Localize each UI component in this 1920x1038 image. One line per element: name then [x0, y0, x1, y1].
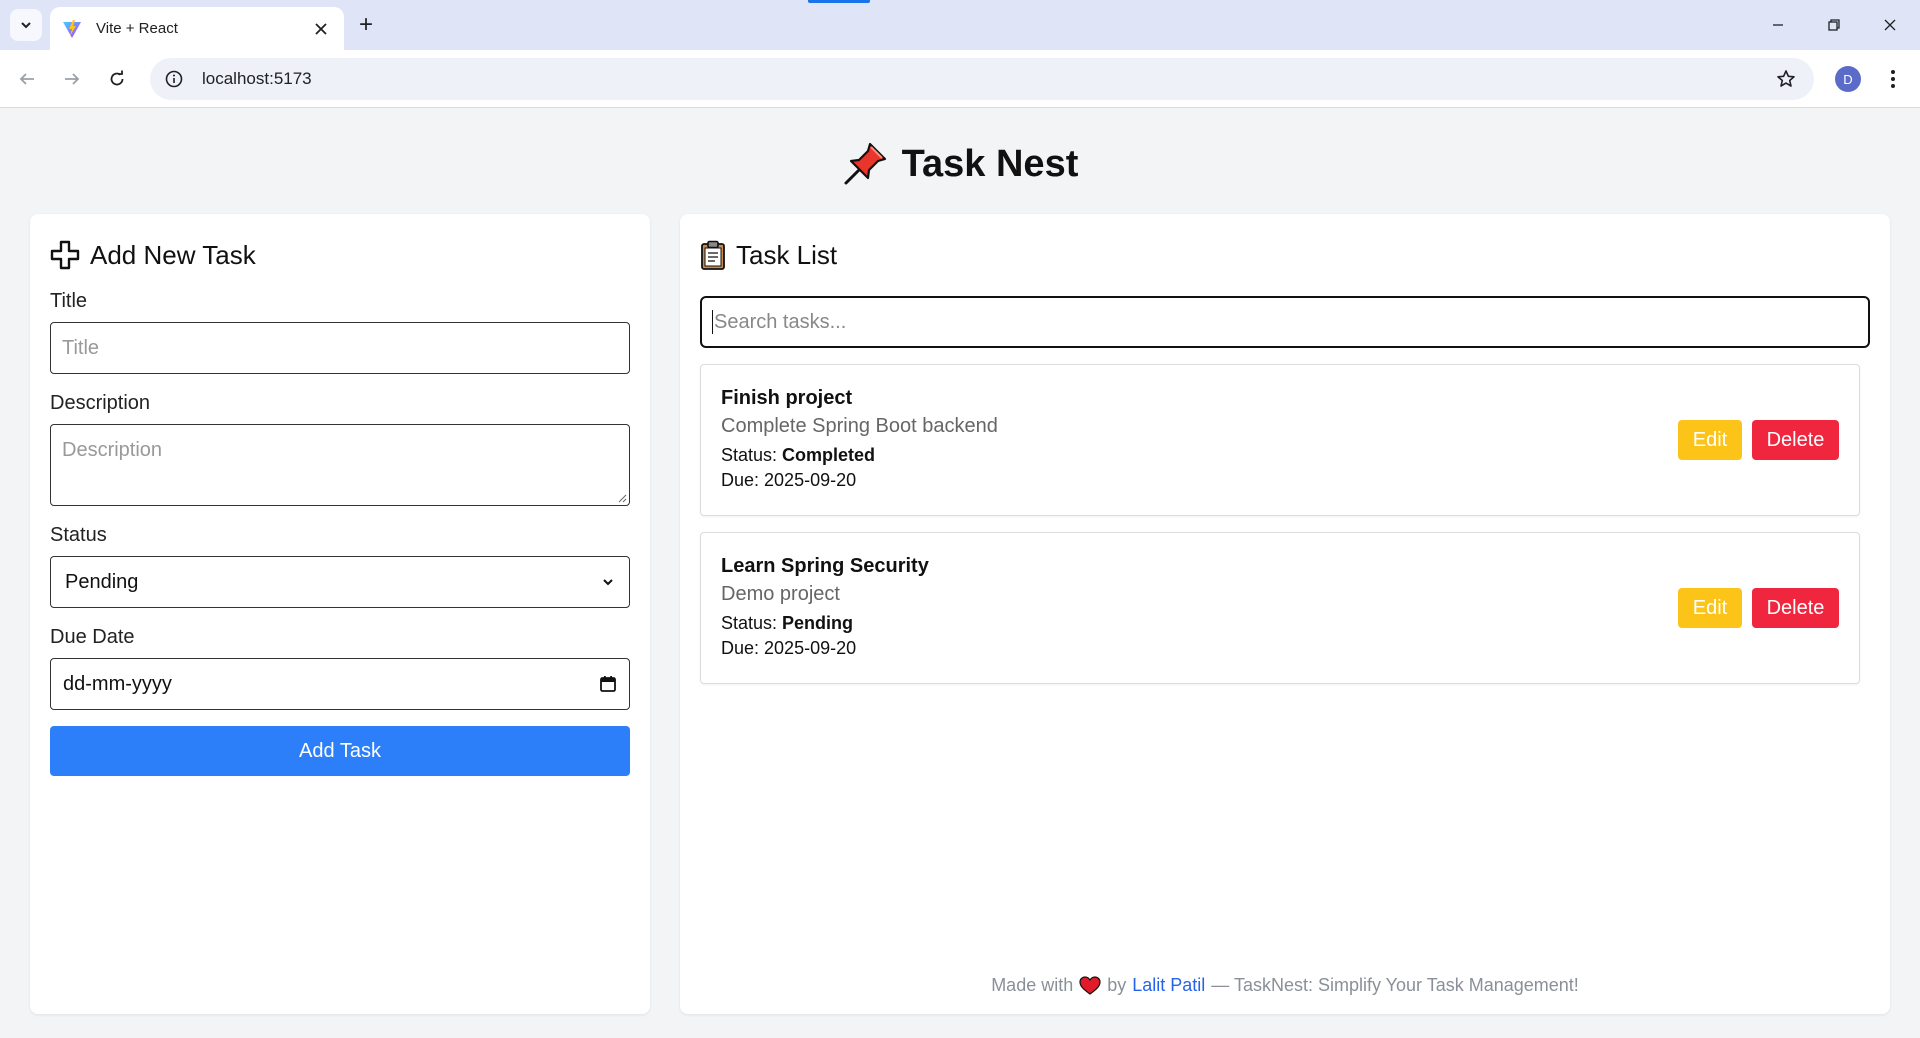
restore-icon[interactable] — [1816, 10, 1852, 40]
task-title: Learn Spring Security — [721, 555, 929, 577]
browser-menu-icon[interactable] — [1878, 62, 1908, 96]
footer-by: by — [1107, 975, 1127, 995]
task-due-prefix: Due: — [721, 638, 765, 658]
description-textarea[interactable]: Description — [50, 424, 630, 506]
task-actions: Edit Delete — [1678, 588, 1839, 628]
task-list-header: Task List — [700, 238, 1870, 272]
task-item: Finish project Complete Spring Boot back… — [700, 364, 1860, 516]
footer: Made with by Lalit Patil — TaskNest: Sim… — [680, 975, 1890, 996]
edit-button[interactable]: Edit — [1678, 588, 1742, 628]
task-due-value: 2025-09-20 — [764, 638, 857, 658]
delete-button[interactable]: Delete — [1752, 588, 1839, 628]
description-label: Description — [50, 392, 151, 414]
add-task-card: Add New Task Title Title Description Des… — [30, 214, 650, 1014]
task-status-prefix: Status: — [721, 613, 783, 633]
task-status: Status: Pending — [721, 613, 1839, 638]
tab-strip: Vite + React + — [0, 0, 1920, 50]
add-task-button[interactable]: Add Task — [50, 726, 630, 776]
footer-tagline: — TaskNest: Simplify Your Task Managemen… — [1211, 975, 1579, 995]
plus-icon — [50, 240, 80, 270]
task-title: Finish project — [721, 387, 853, 409]
profile-avatar[interactable]: D — [1835, 66, 1861, 92]
search-placeholder: Search tasks... — [714, 310, 847, 333]
site-info-icon[interactable] — [154, 58, 194, 100]
reload-icon[interactable] — [100, 62, 134, 96]
task-due-prefix: Due: — [721, 470, 765, 490]
minimize-icon[interactable] — [1760, 10, 1796, 40]
tab-search-button[interactable] — [10, 9, 42, 41]
task-item: Learn Spring Security Demo project Statu… — [700, 532, 1860, 684]
status-label: Status — [50, 524, 107, 546]
task-list-heading: Task List — [736, 239, 838, 270]
app-header: Task Nest — [0, 134, 1920, 194]
bookmark-star-icon[interactable] — [1766, 58, 1806, 100]
heart-icon — [1079, 975, 1101, 995]
status-selected-value: Pending — [65, 570, 139, 593]
title-placeholder: Title — [62, 336, 100, 359]
task-actions: Edit Delete — [1678, 420, 1839, 460]
text-caret — [712, 310, 713, 334]
new-tab-button[interactable]: + — [352, 11, 380, 39]
task-description: Demo project — [721, 583, 840, 605]
vite-logo-icon — [63, 19, 81, 38]
add-task-header: Add New Task — [50, 238, 630, 272]
chevron-down-icon — [21, 22, 31, 29]
pushpin-icon — [844, 142, 886, 185]
task-due: Due: 2025-09-20 — [721, 638, 1839, 663]
task-status-value: Pending — [782, 613, 854, 633]
app-title: Task Nest — [901, 142, 1079, 185]
tab-group-indicator — [808, 0, 870, 3]
task-due: Due: 2025-09-20 — [721, 470, 1839, 495]
clipboard-icon — [701, 240, 725, 270]
browser-tab[interactable]: Vite + React — [50, 7, 344, 50]
author-link[interactable]: Lalit Patil — [1132, 975, 1205, 996]
add-task-heading: Add New Task — [90, 239, 256, 270]
url-text: localhost:5173 — [202, 69, 312, 88]
address-bar[interactable]: localhost:5173 — [150, 58, 1814, 100]
due-date-label: Due Date — [50, 626, 135, 648]
title-label: Title — [50, 290, 88, 312]
chevron-down-icon — [603, 579, 613, 586]
task-list-card: Task List Search tasks... Finish project… — [680, 214, 1890, 1014]
task-status-prefix: Status: — [721, 445, 783, 465]
calendar-icon[interactable] — [599, 675, 617, 693]
edit-button[interactable]: Edit — [1678, 420, 1742, 460]
title-input[interactable]: Title — [50, 322, 630, 374]
window-close-icon[interactable] — [1872, 10, 1908, 40]
due-date-input[interactable]: dd-mm-yyyy — [50, 658, 630, 710]
forward-arrow-icon[interactable] — [55, 62, 89, 96]
search-input[interactable]: Search tasks... — [700, 296, 1870, 348]
back-arrow-icon[interactable] — [10, 62, 44, 96]
footer-made-with: Made with — [991, 975, 1074, 995]
task-status: Status: Completed — [721, 445, 1839, 470]
due-date-placeholder: dd-mm-yyyy — [63, 672, 172, 695]
task-description: Complete Spring Boot backend — [721, 415, 998, 437]
delete-button[interactable]: Delete — [1752, 420, 1839, 460]
browser-toolbar: localhost:5173 — [0, 50, 1920, 108]
description-placeholder: Description — [62, 439, 163, 461]
tab-close-icon[interactable] — [310, 18, 332, 40]
resize-handle-icon[interactable] — [617, 493, 627, 503]
task-due-value: 2025-09-20 — [764, 470, 857, 490]
task-status-value: Completed — [782, 445, 876, 465]
tab-title: Vite + React — [96, 20, 178, 37]
status-select[interactable]: Pending — [50, 556, 630, 608]
